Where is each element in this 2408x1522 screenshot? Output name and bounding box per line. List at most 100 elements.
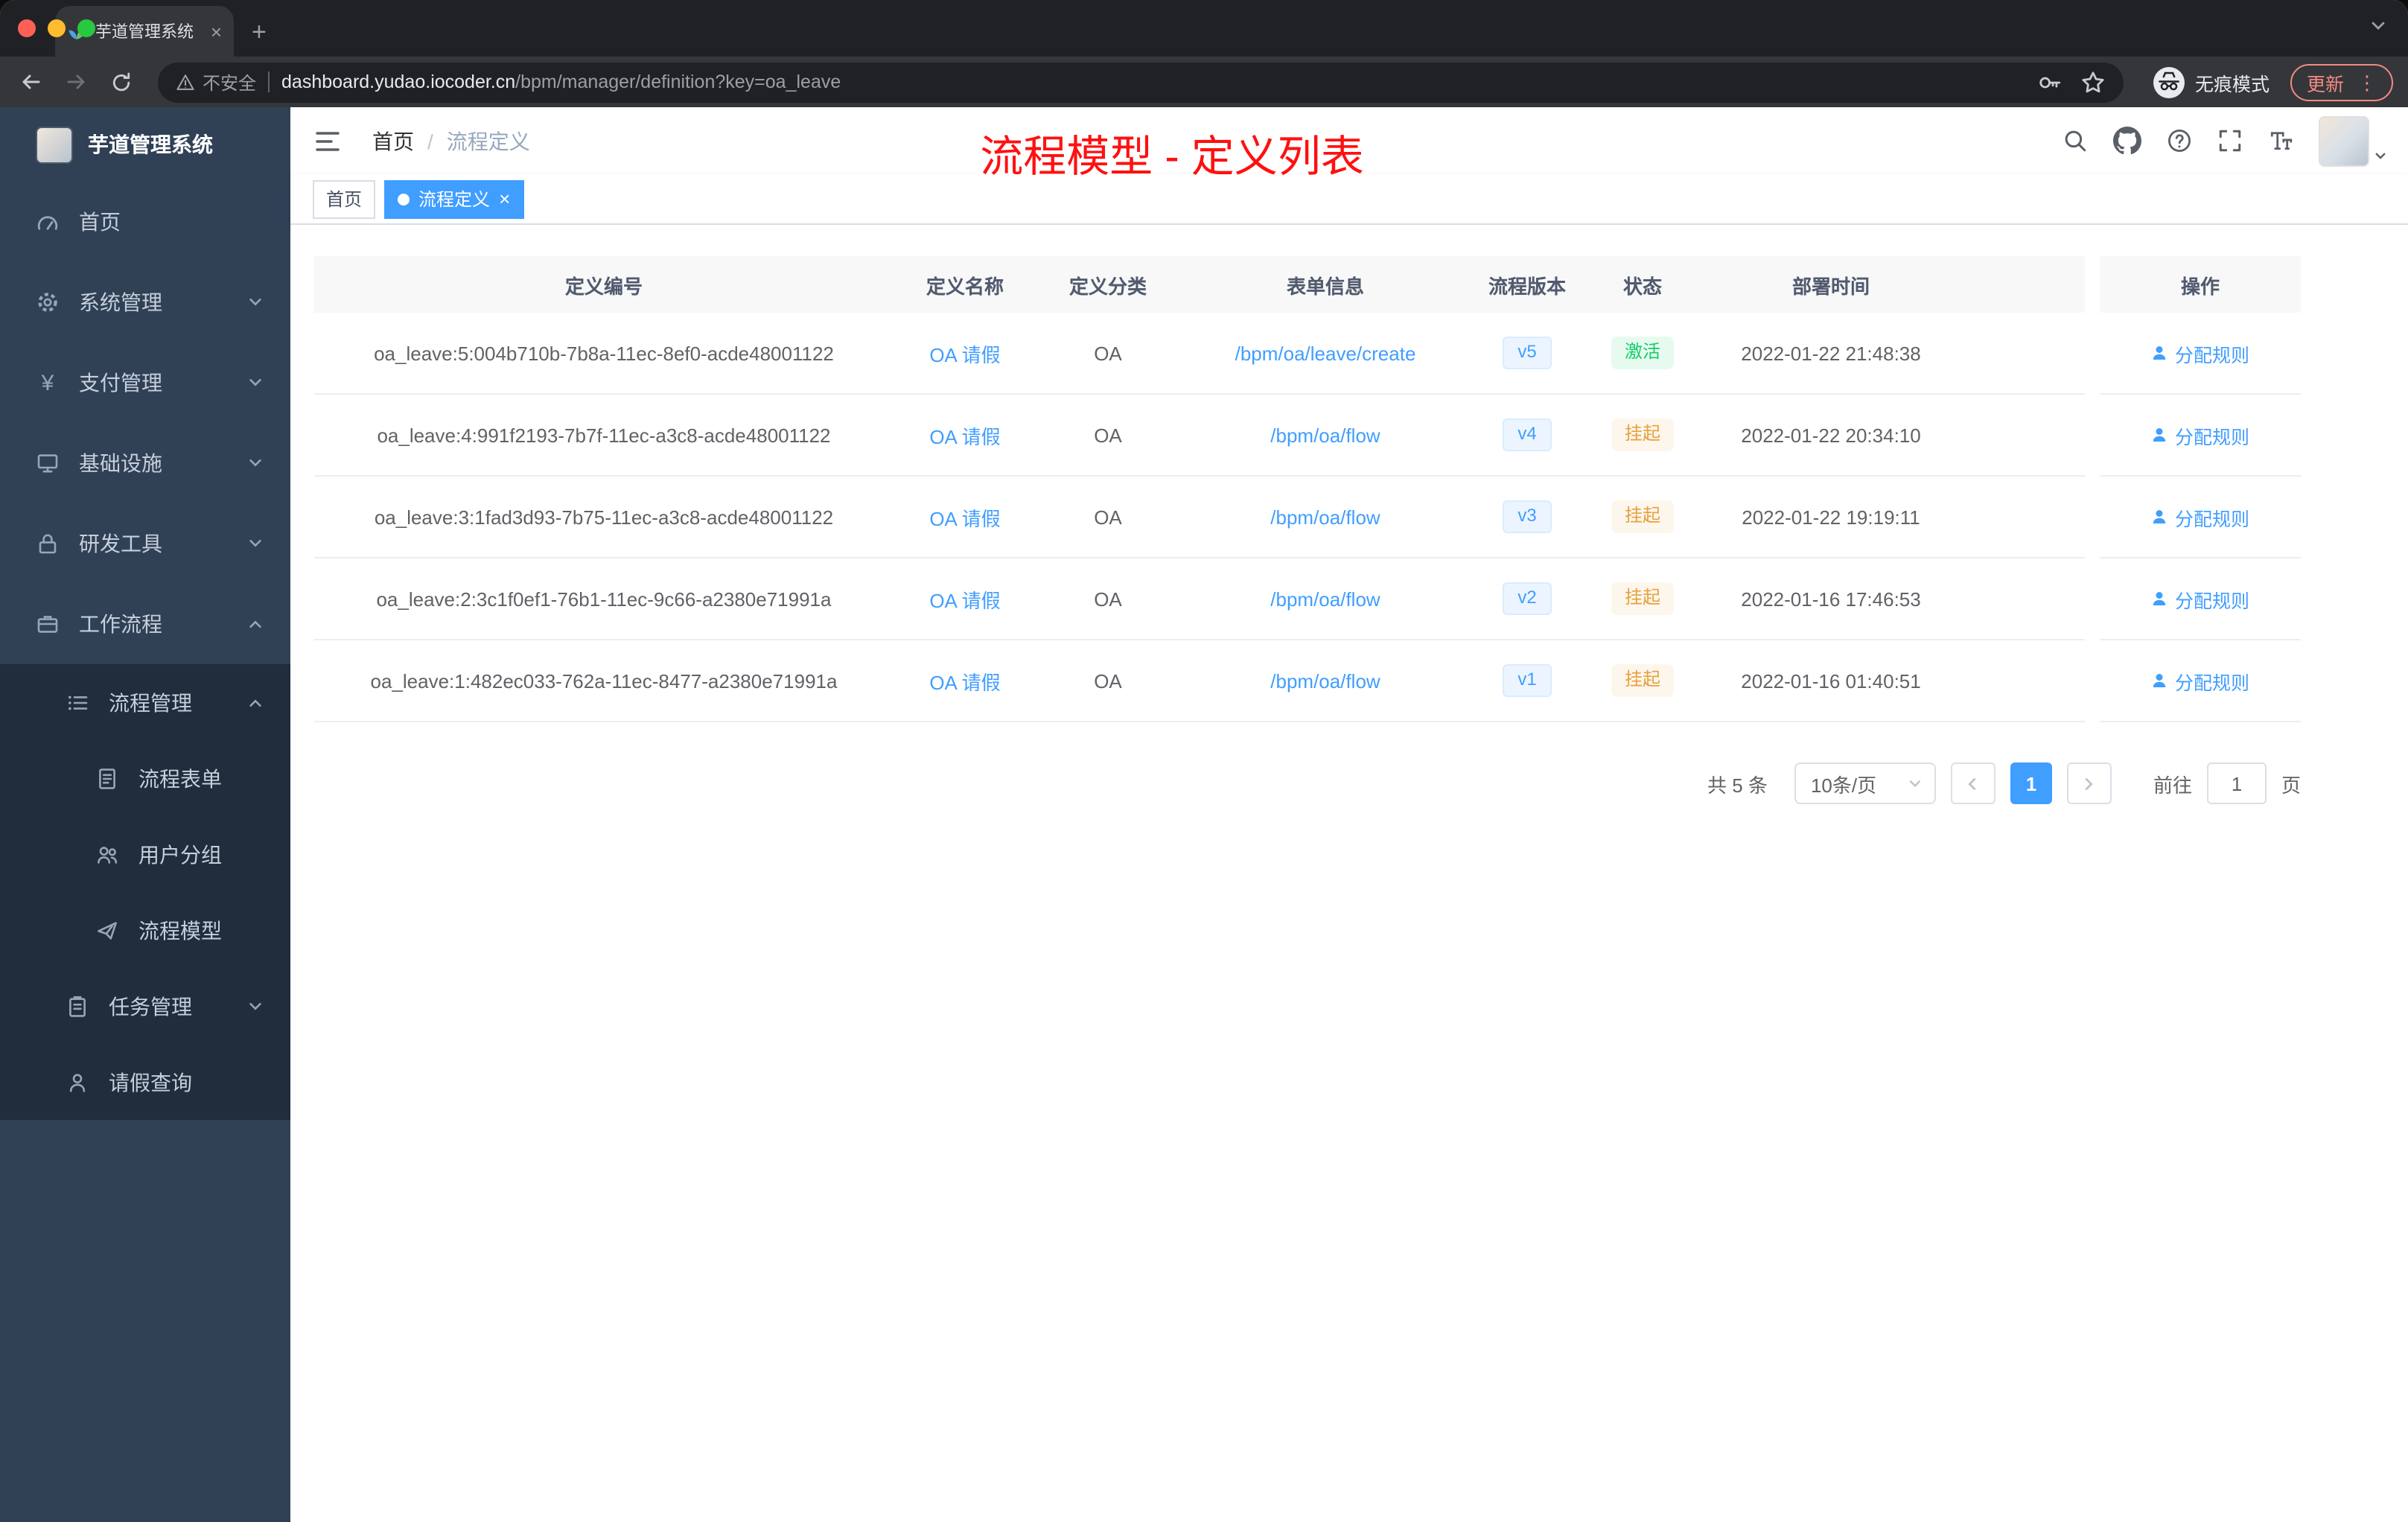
password-key-icon[interactable] (2037, 69, 2063, 95)
window-minimize-button[interactable] (48, 19, 66, 37)
yen-icon: ¥ (41, 370, 54, 395)
column-header-actions: 操作 (2100, 256, 2301, 313)
users-icon (98, 846, 118, 863)
tag-close-icon[interactable]: × (499, 189, 510, 208)
sidebar-item-home[interactable]: 首页 (0, 182, 290, 262)
assign-rule-link[interactable]: 分配规则 (2151, 421, 2249, 449)
sidebar: 芋道管理系统 首页 系统管理 ¥ 支付管理 基础设施 研发工具 工作流程 流程管… (0, 107, 290, 1522)
new-tab-button[interactable]: + (252, 19, 267, 45)
user-icon (2153, 428, 2167, 442)
definition-name-link[interactable]: OA 请假 (929, 585, 1000, 613)
omnibox-divider (268, 71, 270, 92)
chevron-down-icon (247, 451, 264, 475)
fixed-column-gap (2085, 640, 2100, 722)
person-icon (69, 1073, 86, 1092)
version-badge: v2 (1503, 582, 1552, 615)
window-close-button[interactable] (18, 19, 36, 37)
header-actions (2063, 115, 2387, 166)
user-menu[interactable] (2319, 115, 2387, 166)
breadcrumb-item-home[interactable]: 首页 (372, 126, 414, 156)
fullscreen-icon[interactable] (2217, 128, 2243, 153)
prev-page-button[interactable] (1950, 762, 1995, 804)
cell-filler (1960, 640, 2085, 722)
form-link[interactable]: /bpm/oa/leave/create (1235, 342, 1416, 364)
column-header-form-info: 表单信息 (1179, 256, 1471, 313)
tab-title: 芋道管理系统 (95, 24, 194, 42)
app-logo-avatar (36, 126, 73, 163)
github-icon[interactable] (2113, 127, 2141, 155)
sidebar-item-devtools[interactable]: 研发工具 (0, 503, 290, 584)
search-icon[interactable] (2063, 128, 2088, 153)
fixed-column-gap (2085, 256, 2100, 313)
bookmark-star-icon[interactable] (2080, 69, 2106, 95)
sidebar-item-leave-query[interactable]: 请假查询 (0, 1044, 290, 1120)
reload-button[interactable] (104, 66, 137, 98)
sidebar-item-infrastructure[interactable]: 基础设施 (0, 423, 290, 503)
assign-rule-link[interactable]: 分配规则 (2151, 666, 2249, 695)
definition-name-link[interactable]: OA 请假 (929, 339, 1000, 367)
sidebar-item-user-group[interactable]: 用户分组 (0, 816, 290, 892)
page-size-select[interactable]: 10条/页 (1794, 762, 1936, 804)
monitor-icon (37, 454, 58, 473)
assign-rule-link[interactable]: 分配规则 (2151, 503, 2249, 531)
cell-category: OA (1036, 477, 1179, 558)
hamburger-icon[interactable] (313, 126, 343, 156)
cell-definition-id: oa_leave:4:991f2193-7b7f-11ec-a3c8-acde4… (314, 395, 894, 477)
form-link[interactable]: /bpm/oa/flow (1270, 588, 1380, 610)
form-link[interactable]: /bpm/oa/flow (1270, 669, 1380, 692)
security-label: 不安全 (203, 72, 257, 93)
lock-icon (39, 534, 57, 554)
cell-definition-id: oa_leave:5:004b710b-7b8a-11ec-8ef0-acde4… (314, 313, 894, 395)
definition-name-link[interactable]: OA 请假 (929, 503, 1000, 531)
cell-definition-id: oa_leave:1:482ec033-762a-11ec-8477-a2380… (314, 640, 894, 722)
status-badge: 挂起 (1611, 582, 1674, 615)
page-number-current[interactable]: 1 (2010, 762, 2052, 804)
form-link[interactable]: /bpm/oa/flow (1270, 424, 1380, 446)
sidebar-item-process-form[interactable]: 流程表单 (0, 740, 290, 816)
update-button[interactable]: 更新 ⋮ (2290, 63, 2393, 101)
version-badge: v1 (1503, 664, 1552, 697)
next-page-button[interactable] (2066, 762, 2112, 804)
text-size-icon[interactable] (2268, 128, 2293, 153)
sidebar-item-system[interactable]: 系统管理 (0, 262, 290, 343)
tab-search-chevron-icon[interactable] (2369, 15, 2387, 42)
assign-rule-link[interactable]: 分配规则 (2151, 339, 2249, 367)
sidebar-item-process-management[interactable]: 流程管理 (0, 664, 290, 740)
sidebar-item-process-model[interactable]: 流程模型 (0, 892, 290, 968)
column-header-deploy-time: 部署时间 (1702, 256, 1960, 313)
address-bar[interactable]: 不安全 dashboard.yudao.iocoder.cn/bpm/manag… (158, 62, 2124, 102)
tag-home[interactable]: 首页 (313, 179, 376, 218)
tag-process-definition[interactable]: 流程定义 × (384, 179, 524, 218)
breadcrumb: 首页 / 流程定义 (372, 126, 530, 156)
window-zoom-button[interactable] (77, 19, 95, 37)
definition-name-link[interactable]: OA 请假 (929, 421, 1000, 449)
cell-category: OA (1036, 640, 1179, 722)
forward-button[interactable] (60, 66, 92, 98)
fixed-column-gap (2085, 477, 2100, 558)
help-icon[interactable] (2167, 128, 2192, 153)
cell-category: OA (1036, 313, 1179, 395)
briefcase-icon (37, 616, 58, 633)
chevron-up-icon (247, 612, 264, 636)
goto-page-input[interactable]: 1 (2206, 762, 2267, 804)
security-warning[interactable]: 不安全 (176, 69, 256, 95)
incognito-label: 无痕模式 (2194, 74, 2270, 95)
user-icon (2153, 346, 2167, 360)
browser-tabstrip: 芋道管理系统 × + (0, 0, 2408, 57)
chevron-down-icon (247, 994, 264, 1018)
column-header-definition-id: 定义编号 (314, 256, 894, 313)
definition-name-link[interactable]: OA 请假 (929, 666, 1000, 695)
sidebar-item-task-management[interactable]: 任务管理 (0, 968, 290, 1044)
sidebar-item-payment[interactable]: ¥ 支付管理 (0, 343, 290, 423)
chevron-down-icon (247, 532, 264, 555)
tab-close-icon[interactable]: × (211, 22, 222, 41)
cell-category: OA (1036, 558, 1179, 640)
column-header-category: 定义分类 (1036, 256, 1179, 313)
browser-menu-icon[interactable]: ⋮ (2357, 72, 2377, 92)
sidebar-item-label: 流程模型 (138, 918, 222, 942)
form-link[interactable]: /bpm/oa/flow (1270, 506, 1380, 528)
sidebar-item-workflow[interactable]: 工作流程 (0, 584, 290, 664)
avatar[interactable] (2319, 115, 2369, 166)
back-button[interactable] (15, 66, 48, 98)
assign-rule-link[interactable]: 分配规则 (2151, 585, 2249, 613)
